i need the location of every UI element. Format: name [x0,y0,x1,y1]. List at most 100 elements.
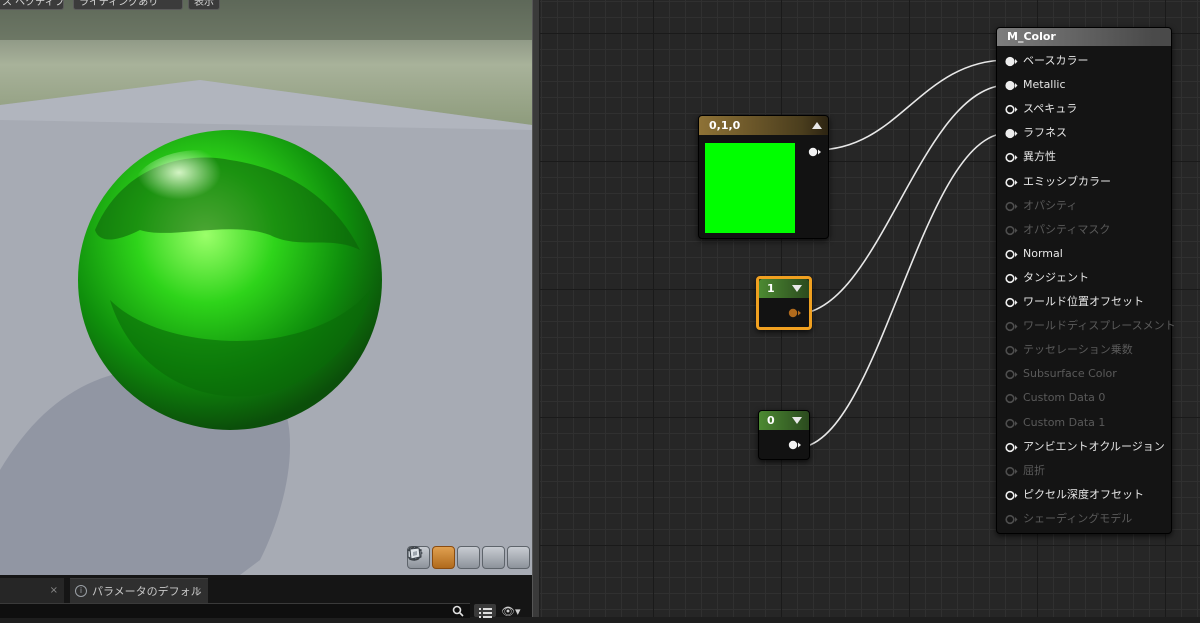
perspective-button[interactable]: ス ペクティブ [0,0,64,10]
material-result-node[interactable]: M_Color ベースカラー Metallic スペキュララフネス異方性エミッシブカ… [996,27,1176,534]
constant-node-0-value: 0 [767,414,775,427]
plane-preview-icon[interactable] [407,546,480,569]
material-pin-row[interactable]: ベースカラー [997,51,1167,71]
material-pin-label: ラフネス [1023,126,1067,140]
sphere-preview-icon[interactable] [408,546,455,569]
list-view-button[interactable] [474,604,496,618]
dropdown-arrow-icon[interactable] [792,285,802,292]
connected-pin-icon[interactable] [1005,128,1019,139]
info-icon: i [75,585,87,597]
connected-pin-icon[interactable] [1005,56,1019,67]
output-pin-icon[interactable] [788,439,802,451]
input-pin-icon[interactable] [1005,177,1019,188]
constant3vector-node-title: 0,1,0 [709,119,741,132]
custom-mesh-preview-icon[interactable] [409,546,530,569]
material-pin-label: 屈折 [1023,463,1045,477]
tab-parameter-defaults[interactable]: i パラメータのデフォル × [70,578,208,603]
input-pin-icon [1005,514,1018,524]
material-pin-label: タンジェント [1023,270,1089,284]
material-pin-label: アンビエントオクルージョン [1023,439,1165,453]
constant-node-1-header[interactable]: 1 [759,279,809,298]
constant-node-1-value: 1 [767,282,775,295]
input-pin-icon[interactable] [1005,104,1019,115]
close-icon[interactable]: × [194,579,202,604]
constant-node-0[interactable]: 0 [758,410,810,460]
eye-icon[interactable]: 👁▾ [501,605,521,618]
material-pin-row[interactable]: Metallic [997,75,1167,95]
material-pin-label: スペキュラ [1023,102,1078,116]
material-pin-row[interactable]: エミッシブカラー [997,172,1167,192]
lighting-mode-button[interactable]: ライティングあり [73,0,183,10]
material-pin-row: テッセレーション乗数 [997,340,1167,360]
input-pin-icon[interactable] [1005,490,1019,501]
input-pin-icon [1005,321,1018,332]
material-pin-row[interactable]: ピクセル深度オフセット [997,485,1167,505]
search-icon[interactable] [452,605,464,617]
input-pin-icon[interactable] [1005,297,1019,308]
material-pin-label: Custom Data 0 [1023,391,1106,405]
material-pin-row: Subsurface Color [997,364,1167,384]
input-pin-icon [1005,201,1018,211]
constant-node-1[interactable]: 1 [756,276,812,330]
material-pin-row[interactable]: Normal [997,244,1167,264]
input-pin-icon [1005,394,1018,404]
panel-splitter[interactable] [532,0,540,617]
material-pin-row[interactable]: タンジェント [997,268,1167,288]
input-pin-icon [1005,225,1018,235]
input-pin-icon [1005,346,1018,356]
output-pin-icon[interactable] [788,307,802,319]
material-pin-label: テッセレーション乗数 [1023,343,1133,357]
material-pin-row[interactable]: アンビエントオクルージョン [997,437,1167,457]
dropdown-arrow-icon[interactable] [792,417,802,424]
material-pin-label: Metallic [1023,78,1066,92]
preview-mesh-toolbar [407,546,530,569]
show-button[interactable]: 表示 [188,0,220,10]
input-pin-icon [1005,370,1018,380]
material-pin-row[interactable]: スペキュラ [997,99,1167,119]
connected-pin-icon[interactable] [1005,80,1019,91]
collapse-arrow-icon[interactable] [812,122,822,129]
material-node-title: M_Color [1007,30,1056,43]
tab-details[interactable]: × [0,578,64,603]
material-graph-canvas[interactable]: 0,1,0 1 0 M_Color ベースカラー Metallic スペキュララフネ… [540,0,1200,617]
input-pin-icon[interactable] [1005,273,1019,284]
material-pin-label: オパシティマスク [1023,222,1111,236]
material-pin-row: Custom Data 0 [997,388,1167,408]
material-pin-label: ベースカラー [1023,54,1089,67]
material-pin-row: シェーディングモデル [997,509,1167,529]
input-pin-icon[interactable] [1005,152,1019,163]
input-pin-icon [1005,418,1018,428]
material-pin-label: ワールドディスプレースメント [1023,319,1176,333]
material-pin-row: オパシティ [997,196,1167,216]
close-icon[interactable]: × [50,578,58,603]
material-pin-label: オパシティ [1023,198,1078,212]
material-pin-label: Custom Data 1 [1023,415,1106,429]
input-pin-icon[interactable] [1005,249,1019,260]
material-pin-label: Normal [1023,246,1063,260]
material-pin-row[interactable]: 異方性 [997,147,1167,167]
search-input[interactable] [0,603,470,618]
color-preview-swatch [705,143,795,233]
cube-preview-icon[interactable] [407,546,505,569]
material-pin-label: 異方性 [1023,150,1056,164]
material-pin-row: オパシティマスク [997,220,1167,240]
material-pin-label: ピクセル深度オフセット [1023,487,1144,501]
output-pin-icon[interactable] [808,146,822,158]
input-pin-icon[interactable] [1005,442,1019,453]
preview-scene [0,0,532,575]
constant3vector-node[interactable]: 0,1,0 [698,115,829,239]
material-pin-row: ワールドディスプレースメント [997,316,1176,336]
material-node-header[interactable]: M_Color [997,28,1171,46]
material-pin-row: Custom Data 1 [997,413,1167,433]
material-pin-row[interactable]: ワールド位置オフセット [997,292,1167,312]
material-pin-label: ワールド位置オフセット [1023,295,1144,308]
input-pin-icon [1005,466,1018,476]
constant-node-0-header[interactable]: 0 [759,411,809,430]
material-pin-label: エミッシブカラー [1023,174,1111,188]
constant3vector-node-header[interactable]: 0,1,0 [699,116,828,135]
material-pin-row: 屈折 [997,461,1167,481]
wire-basecolor [815,59,1009,151]
material-pin-row[interactable]: ラフネス [997,123,1167,143]
material-preview-viewport[interactable]: ス ペクティブ ライティングあり 表示 [0,0,532,575]
material-pin-label: Subsurface Color [1023,367,1117,381]
